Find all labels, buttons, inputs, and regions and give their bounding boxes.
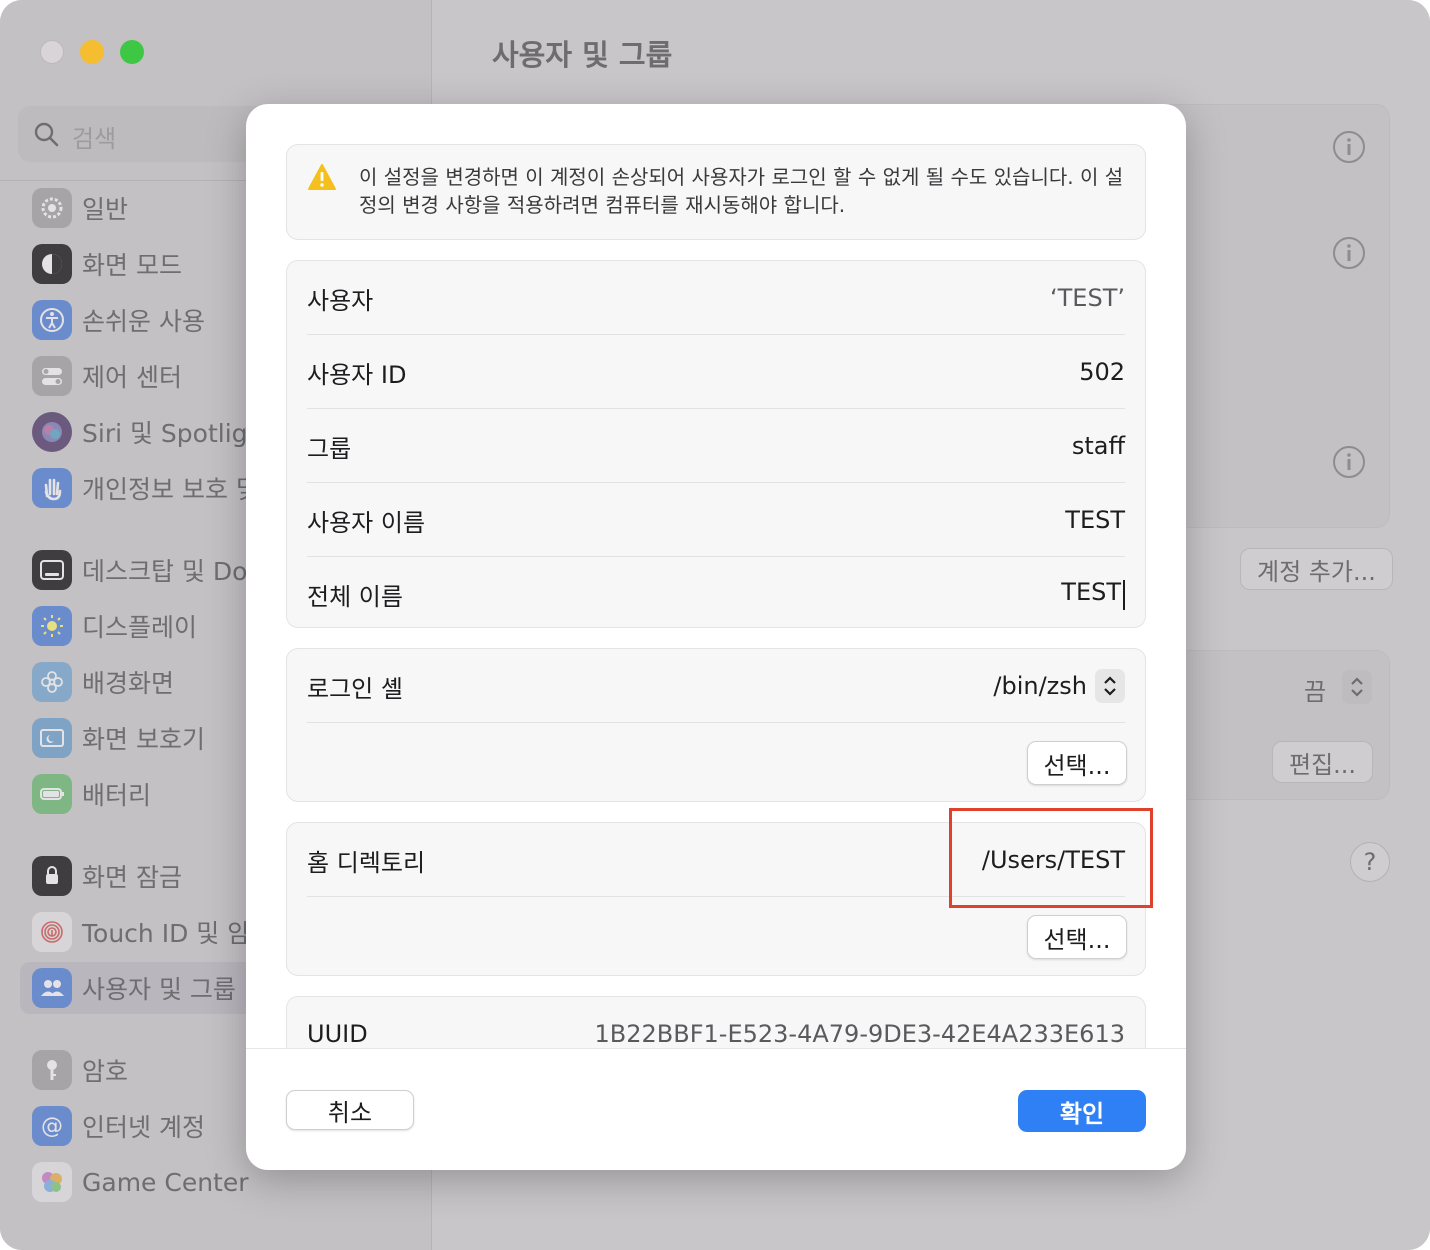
advanced-options-dialog: 이 설정을 변경하면 이 계정이 손상되어 사용자가 로그인 할 수 없게 될 … xyxy=(246,104,1186,1170)
hand-icon xyxy=(32,468,72,508)
edit-button[interactable]: 편집... xyxy=(1272,741,1374,783)
cancel-button[interactable]: 취소 xyxy=(286,1090,414,1130)
system-settings-window: 검색 일반 화면 모드 손쉬운 사용 제어 센터 Siri 및 Spotligh… xyxy=(0,0,1430,1250)
users-icon xyxy=(32,968,72,1008)
uuid-field[interactable]: 1B22BBF1-E523-4A79-9DE3-42E4A233E613 xyxy=(595,1020,1125,1048)
game-center-icon xyxy=(32,1162,72,1202)
key-icon xyxy=(32,1050,72,1090)
login-shell-label: 로그인 셸 xyxy=(307,674,403,703)
full-name-value: TEST xyxy=(1061,577,1121,606)
zoom-window-button[interactable] xyxy=(120,40,144,64)
user-id-field[interactable]: 502 xyxy=(1079,358,1125,386)
fingerprint-icon xyxy=(32,912,72,952)
stepper-icon[interactable] xyxy=(1342,670,1372,704)
full-name-field[interactable]: TEST xyxy=(1061,578,1125,611)
battery-icon xyxy=(32,774,72,814)
help-button[interactable]: ? xyxy=(1350,842,1390,882)
accessibility-icon xyxy=(32,300,72,340)
add-account-button[interactable]: 계정 추가... xyxy=(1240,548,1393,590)
info-icon[interactable] xyxy=(1332,445,1366,479)
sidebar-item-label: Game Center xyxy=(82,1167,249,1197)
home-directory-field[interactable]: /Users/TEST xyxy=(982,846,1125,874)
lock-icon xyxy=(32,856,72,896)
page-title: 사용자 및 그룹 xyxy=(492,38,673,72)
account-name-field[interactable]: TEST xyxy=(1065,506,1125,534)
traffic-lights xyxy=(40,40,144,64)
dock-icon xyxy=(32,550,72,590)
warning-icon xyxy=(308,164,336,190)
login-shell-row[interactable]: 로그인 셸 /bin/zsh xyxy=(307,649,1125,723)
sidebar-item-label: 디스플레이 xyxy=(82,613,198,642)
search-placeholder: 검색 xyxy=(72,125,117,153)
choose-shell-button[interactable]: 선택... xyxy=(1027,741,1127,785)
user-value: ‘TEST’ xyxy=(1050,284,1125,312)
info-icon[interactable] xyxy=(1332,236,1366,270)
user-info-group: 사용자 ‘TEST’ 사용자 ID 502 그룹 staff 사용자 이름 TE… xyxy=(286,260,1146,628)
sidebar-item-label: 화면 모드 xyxy=(82,251,182,280)
text-cursor xyxy=(1123,580,1125,611)
sidebar-item-label: 화면 잠금 xyxy=(82,863,182,892)
gear-icon xyxy=(32,188,72,228)
warning-text: 이 설정을 변경하면 이 계정이 손상되어 사용자가 로그인 할 수 없게 될 … xyxy=(359,165,1124,217)
sidebar-item-label: 인터넷 계정 xyxy=(82,1113,205,1142)
sidebar-item-label: 제어 센터 xyxy=(82,363,182,392)
screen-saver-icon xyxy=(32,718,72,758)
user-label: 사용자 xyxy=(307,286,374,315)
account-name-label: 사용자 이름 xyxy=(307,508,426,537)
group-field[interactable]: staff xyxy=(1072,432,1125,460)
sidebar-item-label: 암호 xyxy=(82,1057,129,1086)
uuid-label: UUID xyxy=(307,1020,368,1048)
sidebar-item-label: 배터리 xyxy=(82,781,152,810)
svg-text:@: @ xyxy=(41,1114,63,1139)
group-label: 그룹 xyxy=(307,434,352,463)
full-name-row[interactable]: 전체 이름 TEST xyxy=(307,557,1125,631)
user-id-row[interactable]: 사용자 ID 502 xyxy=(307,335,1125,409)
toggles-icon xyxy=(32,356,72,396)
home-directory-label: 홈 디렉토리 xyxy=(307,848,426,877)
login-shell-select[interactable]: /bin/zsh xyxy=(993,669,1125,703)
chevron-updown-icon xyxy=(1095,669,1125,703)
flower-icon xyxy=(32,662,72,702)
home-directory-group: 홈 디렉토리 /Users/TEST 선택... xyxy=(286,822,1146,976)
info-icon[interactable] xyxy=(1332,130,1366,164)
siri-icon xyxy=(32,412,72,452)
minimize-window-button[interactable] xyxy=(80,40,104,64)
sun-icon xyxy=(32,606,72,646)
sidebar-item-label: 손쉬운 사용 xyxy=(82,307,205,336)
group-row[interactable]: 그룹 staff xyxy=(307,409,1125,483)
search-icon xyxy=(34,122,59,147)
login-shell-value: /bin/zsh xyxy=(993,672,1087,700)
sidebar-item-label: 배경화면 xyxy=(82,669,175,698)
auto-login-value: 끔 xyxy=(1304,678,1327,706)
user-id-label: 사용자 ID xyxy=(307,360,407,389)
ok-button[interactable]: 확인 xyxy=(1018,1090,1146,1132)
choose-home-button[interactable]: 선택... xyxy=(1027,915,1127,959)
close-window-button[interactable] xyxy=(40,40,64,64)
sidebar-item-label: 일반 xyxy=(82,195,129,224)
at-sign-icon: @ xyxy=(32,1106,72,1146)
sidebar-item-label: 화면 보호기 xyxy=(82,725,205,754)
user-row: 사용자 ‘TEST’ xyxy=(307,261,1125,335)
appearance-icon xyxy=(32,244,72,284)
full-name-label: 전체 이름 xyxy=(307,582,403,611)
home-directory-row[interactable]: 홈 디렉토리 /Users/TEST xyxy=(307,823,1125,897)
sidebar-item-label: Touch ID 및 암호 xyxy=(82,919,274,948)
login-shell-group: 로그인 셸 /bin/zsh 선택... xyxy=(286,648,1146,802)
sidebar-item-label: 사용자 및 그룹 xyxy=(82,975,236,1004)
account-name-row[interactable]: 사용자 이름 TEST xyxy=(307,483,1125,557)
sidebar-item-label: Siri 및 Spotlight xyxy=(82,419,274,448)
warning-banner: 이 설정을 변경하면 이 계정이 손상되어 사용자가 로그인 할 수 없게 될 … xyxy=(286,144,1146,240)
